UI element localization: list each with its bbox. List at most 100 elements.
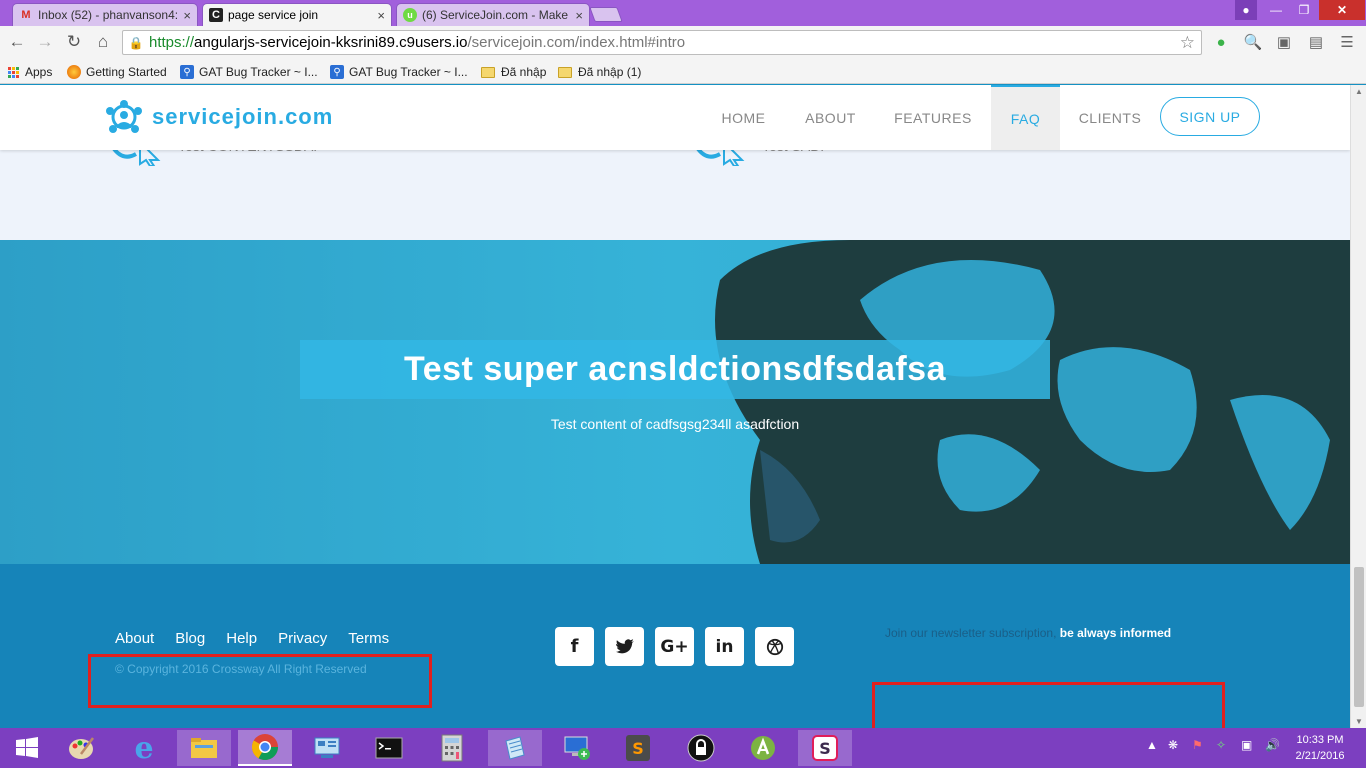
newsletter-prompt: Join our newsletter subscription,	[885, 626, 1057, 640]
bookmark-folder-da-nhap[interactable]: Đã nhập	[481, 63, 546, 81]
command-prompt-icon[interactable]	[362, 730, 416, 766]
home-icon[interactable]: ⌂	[92, 31, 114, 53]
footer-link-about[interactable]: About	[115, 630, 154, 647]
paint-icon[interactable]	[54, 730, 108, 766]
hero-background-image	[0, 240, 1350, 564]
dribbble-icon[interactable]	[755, 627, 794, 666]
tray-volume-icon[interactable]: 🔊	[1265, 738, 1280, 752]
extension-icon[interactable]: ▤	[1306, 32, 1326, 52]
tab-title: page service join	[228, 8, 319, 22]
android-studio-icon[interactable]	[736, 730, 790, 766]
footer-link-terms[interactable]: Terms	[348, 630, 389, 647]
nav-clients[interactable]: CLIENTS	[1071, 85, 1149, 150]
page-viewport: Test CONTENTSSDAF Test SADF servicejoin.	[0, 85, 1350, 728]
url-protocol: https://	[149, 34, 195, 51]
firefox-icon	[67, 65, 81, 79]
bookmark-gat-bug-tracker[interactable]: ⚲ GAT Bug Tracker ~ I...	[330, 63, 468, 81]
scroll-thumb[interactable]	[1354, 567, 1364, 707]
back-arrow-icon[interactable]: ←	[6, 31, 28, 53]
bookmark-label: GAT Bug Tracker ~ I...	[349, 65, 468, 79]
tab-title: (6) ServiceJoin.com - Make	[422, 8, 569, 22]
bookmark-gat-bug-tracker[interactable]: ⚲ GAT Bug Tracker ~ I...	[180, 63, 318, 81]
nav-features[interactable]: FEATURES	[886, 85, 980, 150]
taskbar-clock[interactable]: 10:33 PM 2/21/2016	[1290, 732, 1350, 764]
scroll-up-icon[interactable]: ▲	[1355, 87, 1363, 96]
bookmark-folder-da-nhap-1[interactable]: Đã nhập (1)	[558, 63, 641, 81]
file-explorer-icon[interactable]	[177, 730, 231, 766]
network-logo-icon	[106, 100, 142, 133]
logo-text: servicejoin.com	[152, 104, 334, 129]
sublime-text-icon[interactable]: S	[611, 730, 665, 766]
bookmark-star-icon[interactable]: ☆	[1180, 33, 1195, 53]
tab-gmail[interactable]: M Inbox (52) - phanvanson4: ×	[12, 3, 198, 26]
menu-icon[interactable]: ☰	[1337, 32, 1357, 52]
reload-icon[interactable]: ↻	[63, 31, 85, 53]
tray-settings-icon[interactable]: ❋	[1168, 738, 1178, 752]
nav-faq[interactable]: FAQ	[991, 85, 1060, 150]
svg-text:S: S	[632, 739, 644, 758]
bug-tracker-icon: ⚲	[330, 65, 344, 79]
internet-explorer-icon[interactable]: e	[117, 730, 171, 766]
tray-flag-icon[interactable]: ⚑	[1192, 738, 1203, 752]
start-button[interactable]	[0, 730, 54, 766]
nav-home[interactable]: HOME	[712, 85, 775, 150]
google-plus-icon[interactable]: G+	[655, 627, 694, 666]
footer-link-privacy[interactable]: Privacy	[278, 630, 327, 647]
nav-about[interactable]: ABOUT	[796, 85, 865, 150]
tab-title: Inbox (52) - phanvanson4:	[38, 8, 179, 22]
notepad-icon[interactable]	[488, 730, 542, 766]
calculator-icon[interactable]	[425, 730, 479, 766]
close-tab-icon[interactable]: ×	[183, 8, 191, 23]
user-profile-icon[interactable]: ●	[1235, 0, 1257, 20]
tab-page-service-join[interactable]: C page service join ×	[202, 3, 392, 26]
chrome-icon[interactable]	[238, 730, 292, 766]
bookmark-label: Apps	[25, 65, 53, 79]
forward-arrow-icon[interactable]: →	[34, 31, 56, 53]
new-tab-button[interactable]	[589, 7, 623, 22]
twitter-icon[interactable]	[605, 627, 644, 666]
dribbble-ball-icon	[766, 638, 783, 655]
footer-link-help[interactable]: Help	[226, 630, 257, 647]
page-scrollbar[interactable]: ▲ ▼	[1350, 85, 1366, 728]
signup-button[interactable]: SIGN UP	[1160, 97, 1260, 136]
facebook-icon[interactable]: f	[555, 627, 594, 666]
search-icon[interactable]: 🔍	[1243, 32, 1263, 52]
site-logo[interactable]: servicejoin.com	[104, 99, 333, 135]
features-section: Test CONTENTSSDAF Test SADF	[0, 138, 1350, 240]
newsletter-text: Join our newsletter subscription, be alw…	[885, 626, 1171, 640]
windows-taskbar: e S S ▲ ❋ ⚑ ✧ ▣ 🔊 10:33 PM 2/21/2016	[0, 728, 1366, 768]
bookmark-label: GAT Bug Tracker ~ I...	[199, 65, 318, 79]
footer-link-blog[interactable]: Blog	[175, 630, 205, 647]
minimize-button[interactable]: —	[1263, 0, 1289, 20]
browser-tab-bar: M Inbox (52) - phanvanson4: × C page ser…	[0, 0, 1366, 26]
apps-grid-icon	[8, 66, 19, 78]
address-bar[interactable]: 🔒 https:// angularjs-servicejoin-kksrini…	[122, 30, 1202, 55]
extension-icon[interactable]: ▣	[1274, 32, 1294, 52]
twitter-bird-icon	[615, 639, 634, 654]
bookmark-label: Đã nhập (1)	[578, 65, 642, 79]
control-panel-icon[interactable]	[300, 730, 354, 766]
lock-icon: 🔒	[128, 35, 144, 50]
maximize-button[interactable]: ❐	[1291, 0, 1317, 20]
evernote-icon[interactable]: ●	[1211, 32, 1231, 52]
lock-app-icon[interactable]	[674, 730, 728, 766]
bookmark-getting-started[interactable]: Getting Started	[67, 63, 167, 81]
tab-servicejoin[interactable]: u (6) ServiceJoin.com - Make ×	[396, 3, 590, 26]
close-tab-icon[interactable]: ×	[377, 8, 385, 23]
folder-icon	[558, 66, 572, 78]
slack-icon[interactable]: S	[798, 730, 852, 766]
hero-title: Test super acnsldctionsdfsdafsa	[403, 350, 947, 388]
bookmark-label: Đã nhập	[501, 65, 547, 79]
tray-network-icon[interactable]: ▣	[1241, 738, 1252, 752]
close-window-button[interactable]: ✕	[1319, 0, 1365, 20]
linkedin-icon[interactable]: in	[705, 627, 744, 666]
tray-sync-icon[interactable]: ✧	[1216, 738, 1226, 752]
scroll-down-icon[interactable]: ▼	[1355, 717, 1363, 726]
tray-overflow-icon[interactable]: ▲	[1146, 738, 1158, 752]
footer-links: About Blog Help Privacy Terms	[115, 630, 389, 647]
bookmark-apps[interactable]: Apps	[8, 63, 52, 81]
close-tab-icon[interactable]: ×	[575, 8, 583, 23]
site-footer: About Blog Help Privacy Terms © Copyrigh…	[0, 564, 1350, 728]
newsletter-emphasis: be always informed	[1059, 626, 1172, 640]
remote-desktop-icon[interactable]	[550, 730, 604, 766]
